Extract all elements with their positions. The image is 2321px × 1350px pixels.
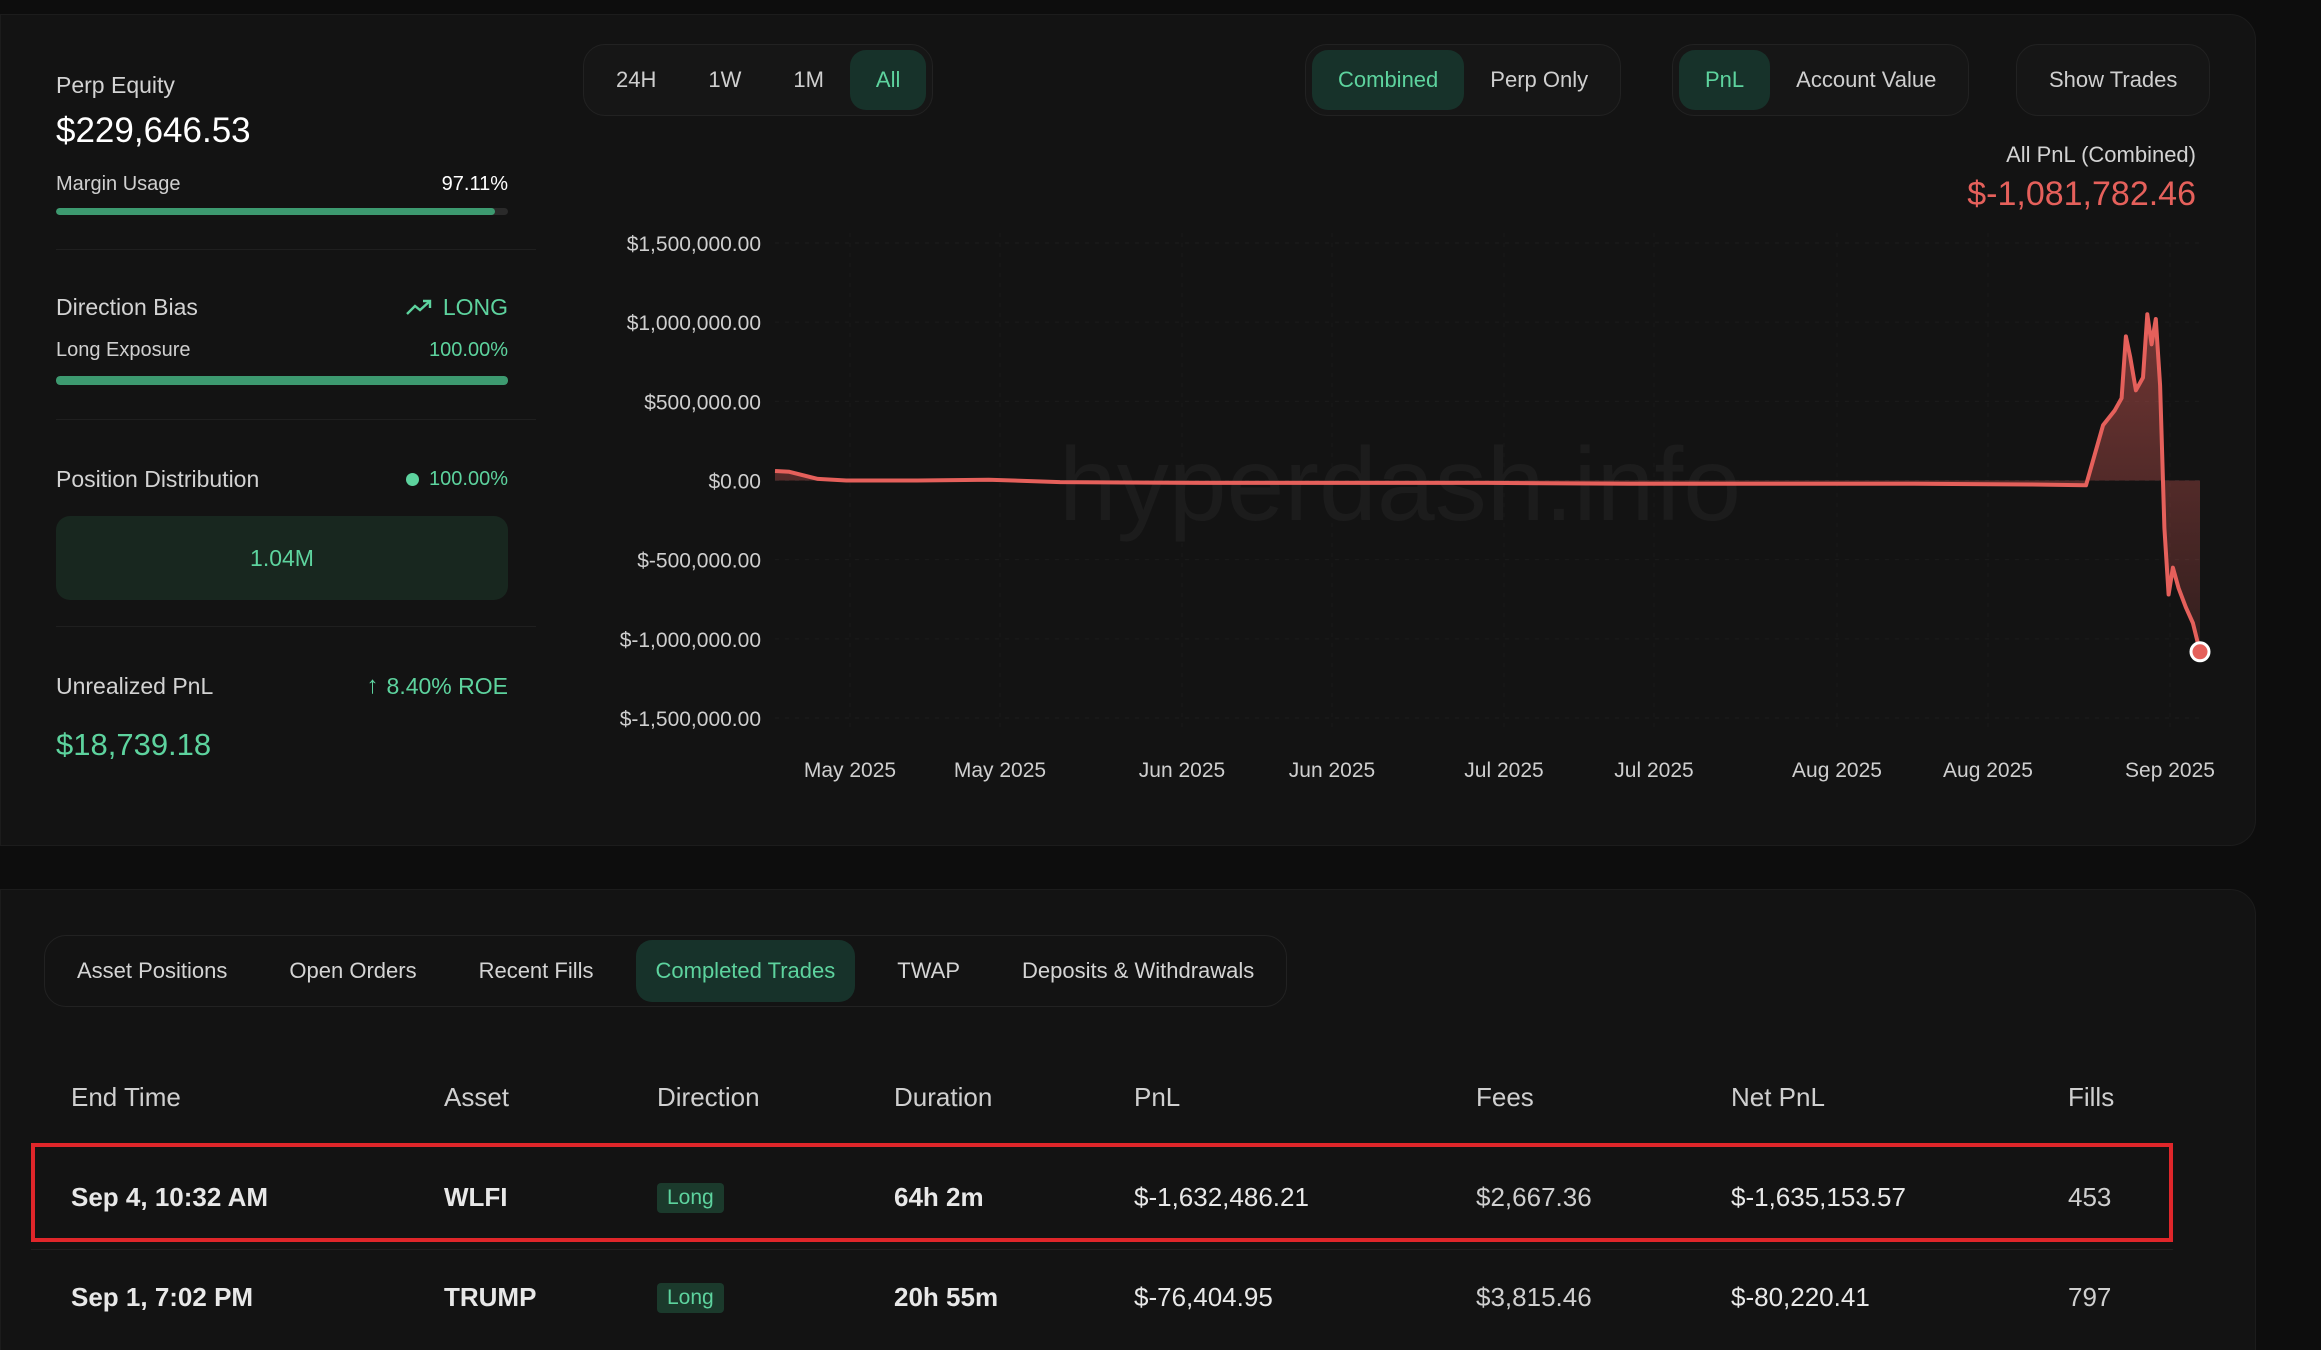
x-tick-label: Aug 2025 — [1792, 759, 1882, 782]
cell-pnl: $-1,632,486.21 — [1134, 1182, 1309, 1212]
column-header-fees[interactable]: Fees — [1476, 1082, 1534, 1113]
tab-open-orders[interactable]: Open Orders — [269, 940, 436, 1002]
column-header-direction[interactable]: Direction — [657, 1082, 760, 1113]
cell-fees: $2,667.36 — [1476, 1182, 1592, 1212]
x-tick-label: Jul 2025 — [1464, 759, 1543, 782]
x-tick-label: Jun 2025 — [1289, 759, 1375, 782]
y-tick-label: $-500,000.00 — [637, 550, 761, 573]
column-header-pnl[interactable]: PnL — [1134, 1082, 1180, 1113]
cell-fees: $3,815.46 — [1476, 1282, 1592, 1312]
tab-deposits-withdrawals[interactable]: Deposits & Withdrawals — [1002, 940, 1274, 1002]
x-tick-label: May 2025 — [804, 759, 896, 782]
column-header-fills[interactable]: Fills — [2068, 1082, 2114, 1113]
cell-asset: WLFI — [444, 1182, 508, 1212]
x-axis: May 2025 May 2025 Jun 2025 Jun 2025 Jul 2025… — [804, 759, 2215, 782]
cell-direction: Long — [657, 1283, 724, 1313]
cell-fills: 453 — [2068, 1182, 2112, 1212]
x-tick-label: Jun 2025 — [1139, 759, 1225, 782]
pnl-line — [774, 312, 2202, 653]
y-tick-label: $1,500,000.00 — [627, 233, 761, 256]
column-header-end-time[interactable]: End Time — [71, 1082, 181, 1113]
cell-fills: 797 — [2068, 1282, 2112, 1312]
y-tick-label: $-1,500,000.00 — [620, 708, 761, 731]
cell-direction: Long — [657, 1183, 724, 1213]
column-header-duration[interactable]: Duration — [894, 1082, 992, 1113]
y-tick-label: $-1,000,000.00 — [620, 629, 761, 652]
cell-end-time: Sep 4, 10:32 AM — [71, 1182, 269, 1212]
pnl-endpoint-marker[interactable] — [2189, 641, 2211, 663]
cell-end-time: Sep 1, 7:02 PM — [71, 1282, 254, 1312]
tab-recent-fills[interactable]: Recent Fills — [459, 940, 614, 1002]
tab-twap[interactable]: TWAP — [877, 940, 980, 1002]
tab-completed-trades[interactable]: Completed Trades — [635, 940, 856, 1002]
x-tick-label: Aug 2025 — [1943, 759, 2033, 782]
y-tick-label: $0.00 — [708, 471, 761, 494]
cell-duration: 20h 55m — [894, 1282, 999, 1312]
row-divider — [31, 1249, 2173, 1250]
x-tick-label: Jul 2025 — [1614, 759, 1693, 782]
x-tick-label: Sep 2025 — [2125, 759, 2215, 782]
cell-net-pnl: $-1,635,153.57 — [1731, 1182, 1906, 1212]
x-tick-label: May 2025 — [954, 759, 1046, 782]
cell-duration: 64h 2m — [894, 1182, 984, 1212]
column-header-asset[interactable]: Asset — [444, 1082, 509, 1113]
column-header-net-pnl[interactable]: Net PnL — [1731, 1082, 1825, 1113]
cell-net-pnl: $-80,220.41 — [1731, 1282, 1870, 1312]
tab-asset-positions[interactable]: Asset Positions — [57, 940, 247, 1002]
cell-pnl: $-76,404.95 — [1134, 1282, 1273, 1312]
y-tick-label: $500,000.00 — [644, 391, 761, 414]
cell-asset: TRUMP — [444, 1282, 537, 1312]
y-tick-label: $1,000,000.00 — [627, 312, 761, 335]
bottom-tabs: Asset Positions Open Orders Recent Fills Co… — [44, 935, 1288, 1007]
pnl-chart[interactable]: hyperdash.info $1,500,000.00$1,000,000.0… — [0, 0, 2321, 860]
y-axis: $1,500,000.00 $1,000,000.00 $500,000.00 $0.… — [620, 233, 761, 731]
